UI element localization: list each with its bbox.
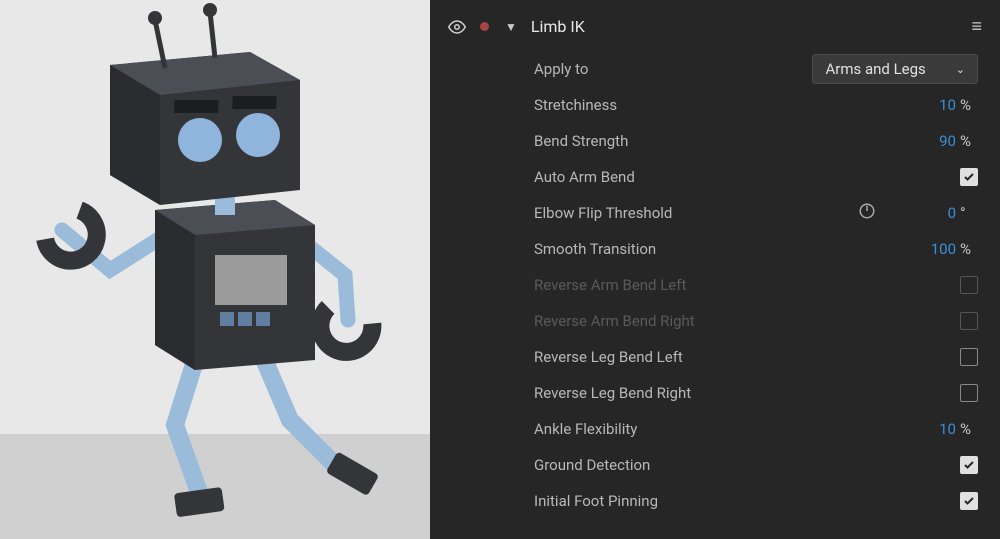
- property-label: Reverse Arm Bend Left: [534, 276, 960, 294]
- property-bend-strength: Bend Strength 90 %: [430, 123, 1000, 159]
- property-ankle-flexibility: Ankle Flexibility 10 %: [430, 411, 1000, 447]
- elbow-flip-value[interactable]: 0: [916, 204, 956, 222]
- collapse-icon[interactable]: ▼: [505, 20, 517, 34]
- ground-detection-checkbox[interactable]: [960, 456, 978, 474]
- property-apply-to: Apply to Arms and Legs ⌄: [430, 51, 1000, 87]
- initial-foot-pinning-checkbox[interactable]: [960, 492, 978, 510]
- property-label: Elbow Flip Threshold: [534, 204, 858, 222]
- property-label: Apply to: [534, 60, 812, 78]
- smooth-transition-value[interactable]: 100: [916, 240, 956, 258]
- apply-to-dropdown[interactable]: Arms and Legs ⌄: [812, 54, 978, 84]
- property-label: Reverse Arm Bend Right: [534, 312, 960, 330]
- property-elbow-flip-threshold: Elbow Flip Threshold 0 °: [430, 195, 1000, 231]
- property-label: Auto Arm Bend: [534, 168, 960, 186]
- property-reverse-arm-bend-right: Reverse Arm Bend Right: [430, 303, 1000, 339]
- properties-list: Apply to Arms and Legs ⌄ Stretchiness 10…: [430, 45, 1000, 519]
- property-unit: %: [960, 132, 978, 150]
- property-unit: %: [960, 420, 978, 438]
- reverse-arm-left-checkbox: [960, 276, 978, 294]
- property-auto-arm-bend: Auto Arm Bend: [430, 159, 1000, 195]
- chevron-down-icon: ⌄: [956, 63, 965, 76]
- property-label: Reverse Leg Bend Left: [534, 348, 960, 366]
- preview-panel: [0, 0, 430, 539]
- property-stretchiness: Stretchiness 10 %: [430, 87, 1000, 123]
- auto-arm-bend-checkbox[interactable]: [960, 168, 978, 186]
- property-unit: °: [960, 204, 978, 222]
- visibility-icon[interactable]: [448, 18, 466, 36]
- property-label: Initial Foot Pinning: [534, 492, 960, 510]
- property-label: Ankle Flexibility: [534, 420, 916, 438]
- reverse-leg-right-checkbox[interactable]: [960, 384, 978, 402]
- angle-icon[interactable]: [858, 202, 876, 224]
- panel-title: Limb IK: [531, 17, 585, 36]
- property-smooth-transition: Smooth Transition 100 %: [430, 231, 1000, 267]
- property-label: Ground Detection: [534, 456, 960, 474]
- property-initial-foot-pinning: Initial Foot Pinning: [430, 483, 1000, 519]
- properties-panel: ▼ Limb IK ≡ Apply to Arms and Legs ⌄ Str…: [430, 0, 1000, 539]
- property-ground-detection: Ground Detection: [430, 447, 1000, 483]
- property-reverse-leg-bend-right: Reverse Leg Bend Right: [430, 375, 1000, 411]
- property-label: Stretchiness: [534, 96, 916, 114]
- dropdown-value: Arms and Legs: [825, 60, 925, 78]
- property-label: Reverse Leg Bend Right: [534, 384, 960, 402]
- property-unit: %: [960, 240, 978, 258]
- property-reverse-leg-bend-left: Reverse Leg Bend Left: [430, 339, 1000, 375]
- reverse-arm-right-checkbox: [960, 312, 978, 330]
- property-unit: %: [960, 96, 978, 114]
- record-icon[interactable]: [480, 22, 489, 31]
- stretchiness-value[interactable]: 10: [916, 96, 956, 114]
- menu-icon[interactable]: ≡: [971, 16, 982, 37]
- property-reverse-arm-bend-left: Reverse Arm Bend Left: [430, 267, 1000, 303]
- property-label: Smooth Transition: [534, 240, 916, 258]
- ankle-flexibility-value[interactable]: 10: [916, 420, 956, 438]
- robot-character: [0, 0, 430, 539]
- panel-header: ▼ Limb IK ≡: [430, 8, 1000, 45]
- reverse-leg-left-checkbox[interactable]: [960, 348, 978, 366]
- property-label: Bend Strength: [534, 132, 916, 150]
- bend-strength-value[interactable]: 90: [916, 132, 956, 150]
